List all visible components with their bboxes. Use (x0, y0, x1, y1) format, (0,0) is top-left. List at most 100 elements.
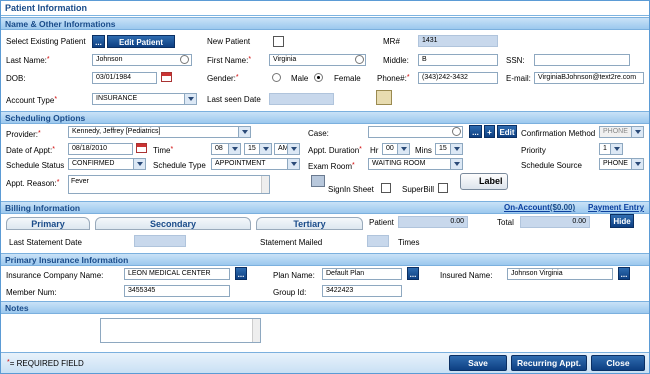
reason-textarea[interactable]: Fever (68, 175, 270, 194)
case-label: Case: (308, 129, 329, 138)
total-label: Total (497, 218, 514, 227)
time-ampm-select[interactable]: AM (274, 143, 300, 155)
select-patient-button[interactable]: ... (92, 35, 105, 48)
provider-label: Provider:* (6, 130, 41, 139)
phone-label: Phone#:* (377, 74, 410, 83)
last-name-input[interactable]: Johnson (92, 54, 192, 66)
hide-button[interactable]: Hide (610, 214, 634, 228)
label-button[interactable]: Label (460, 173, 508, 190)
middle-input[interactable]: B (418, 54, 498, 66)
insurance-company-lookup-button[interactable]: ... (235, 267, 247, 280)
time-hour-select[interactable]: 08 (211, 143, 241, 155)
tab-secondary[interactable]: Secondary (95, 217, 251, 230)
insured-lookup-button[interactable]: ... (618, 267, 630, 280)
section-header-name: Name & Other Informations (1, 17, 649, 30)
case-select-button[interactable]: ... (469, 125, 482, 138)
patient-balance-field: 0.00 (398, 216, 468, 228)
superbill-label: SuperBill (402, 185, 435, 194)
signin-checkbox[interactable] (381, 183, 391, 193)
member-num-label: Member Num: (6, 288, 57, 297)
calendar-icon[interactable] (161, 72, 172, 82)
dob-input[interactable]: 03/01/1984 (92, 72, 157, 84)
statement-mailed-field (367, 235, 389, 247)
date-input[interactable]: 08/18/2010 (68, 143, 133, 155)
source-select[interactable]: PHONE (599, 158, 644, 170)
plan-lookup-button[interactable]: ... (407, 267, 419, 280)
hr-label: Hr (370, 146, 379, 155)
insured-name-label: Insured Name: (440, 271, 493, 280)
first-name-input[interactable]: Virginia (269, 54, 366, 66)
source-label: Schedule Source (521, 161, 582, 170)
mr-label: MR# (383, 37, 400, 46)
tab-primary[interactable]: Primary (6, 217, 90, 230)
email-input[interactable]: VirginiaBJohnson@text2re.com (534, 72, 644, 84)
edit-case-button[interactable]: Edit (497, 125, 517, 138)
confirmation-label: Confirmation Method (521, 129, 596, 138)
close-button[interactable]: Close (591, 355, 645, 371)
tab-tertiary[interactable]: Tertiary (256, 217, 363, 230)
signin-label: SignIn Sheet (328, 185, 374, 194)
new-patient-label: New Patient (207, 37, 251, 46)
middle-label: Middle: (383, 56, 409, 65)
last-name-lookup-icon[interactable] (180, 55, 189, 64)
notes-edit-icon[interactable] (376, 90, 392, 105)
group-id-input[interactable]: 3422423 (322, 285, 402, 297)
new-patient-checkbox[interactable] (273, 36, 284, 47)
date-label: Date of Appt:* (6, 146, 55, 155)
confirmation-select[interactable]: PHONE (599, 126, 644, 138)
calendar-icon[interactable] (136, 143, 147, 153)
recurring-appt-button[interactable]: Recurring Appt. (511, 355, 587, 371)
female-label: Female (334, 74, 361, 83)
group-id-label: Group Id: (273, 288, 307, 297)
statement-mailed-label: Statement Mailed (260, 238, 323, 247)
priority-select[interactable]: 1 (599, 143, 623, 155)
exam-room-label: Exam Room* (308, 162, 355, 171)
email-label: E-mail: (506, 74, 531, 83)
last-statement-field (134, 235, 186, 247)
first-name-label: First Name:* (207, 56, 252, 65)
time-minute-select[interactable]: 15 (244, 143, 272, 155)
last-statement-label: Last Statement Date (9, 238, 82, 247)
account-type-select[interactable]: INSURANCE (92, 93, 197, 105)
printer-icon (311, 175, 325, 187)
mins-label: Mins (415, 146, 432, 155)
notes-textarea[interactable] (100, 318, 261, 343)
dob-label: DOB: (6, 74, 26, 83)
required-note: *= REQUIRED FIELD (7, 359, 84, 368)
section-header-notes: Notes (1, 301, 649, 314)
first-name-lookup-icon[interactable] (355, 55, 364, 64)
gender-label: Gender:* (207, 74, 239, 83)
add-case-button[interactable]: + (484, 125, 495, 138)
phone-input[interactable]: (343)242-3432 (418, 72, 498, 84)
section-header-scheduling: Scheduling Options (1, 111, 649, 124)
ssn-label: SSN: (506, 56, 525, 65)
on-account-link[interactable]: On-Account($0.00) (504, 203, 575, 212)
insurance-company-input[interactable]: LEON MEDICAL CENTER (124, 268, 230, 280)
times-label: Times (398, 238, 420, 247)
plan-name-input[interactable]: Default Plan (322, 268, 402, 280)
exam-room-select[interactable]: WAITING ROOM (368, 158, 463, 170)
insured-name-input[interactable]: Johnson Virginia (507, 268, 613, 280)
last-seen-label: Last seen Date (207, 95, 261, 104)
status-select[interactable]: CONFIRMED (68, 158, 146, 170)
payment-entry-link[interactable]: Payment Entry (588, 203, 644, 212)
save-button[interactable]: Save (449, 355, 507, 371)
ssn-input[interactable] (534, 54, 630, 66)
priority-label: Priority (521, 146, 546, 155)
schedule-type-select[interactable]: APPOINTMENT (211, 158, 300, 170)
female-radio[interactable] (314, 73, 323, 82)
member-num-input[interactable]: 3455345 (124, 285, 230, 297)
edit-patient-button[interactable]: Edit Patient (107, 35, 175, 48)
case-lookup-icon[interactable] (452, 127, 461, 136)
plan-name-label: Plan Name: (273, 271, 315, 280)
time-label: Time* (153, 146, 174, 155)
patient-balance-label: Patient (369, 218, 394, 227)
page-title: Patient Information (1, 1, 649, 16)
select-existing-label: Select Existing Patient (6, 37, 86, 46)
provider-select[interactable]: Kennedy, Jeffrey [Pediatrics] (68, 126, 251, 138)
superbill-checkbox[interactable] (438, 183, 448, 193)
duration-hr-select[interactable]: 00 (382, 143, 410, 155)
male-radio[interactable] (272, 73, 281, 82)
duration-mins-select[interactable]: 15 (435, 143, 463, 155)
case-input[interactable] (368, 126, 463, 138)
